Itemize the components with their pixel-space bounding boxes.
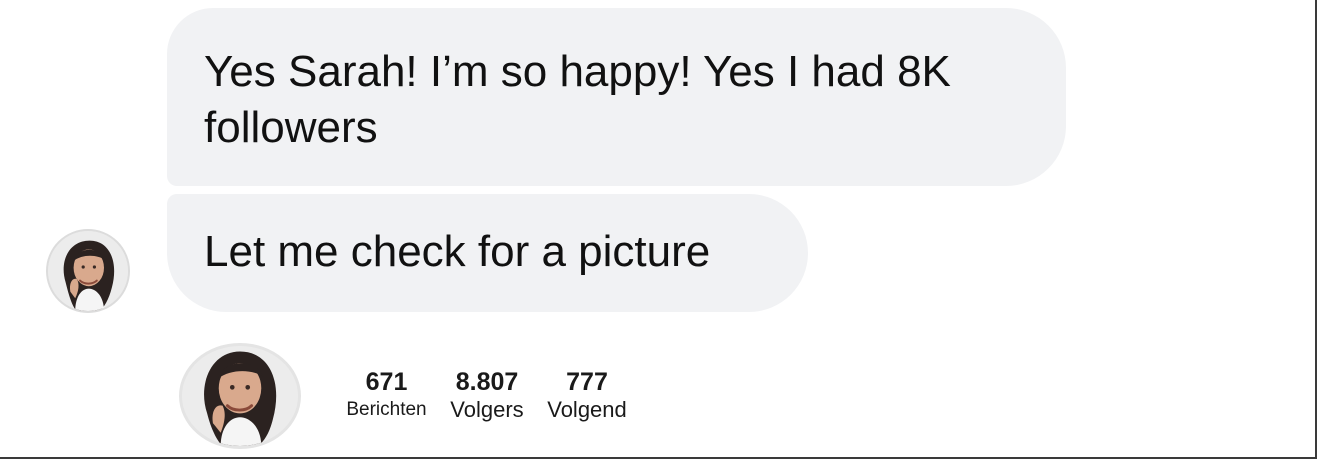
profile-photo-icon [182, 346, 298, 446]
stat-posts-count: 671 [365, 368, 408, 396]
stat-posts-label: Berichten [346, 399, 427, 420]
sender-avatar[interactable] [46, 229, 130, 313]
stat-following-count: 777 [566, 368, 608, 396]
stat-posts[interactable]: 671 Berichten [340, 367, 433, 423]
stat-followers-count: 8.807 [455, 368, 519, 396]
stat-following[interactable]: 777 Volgend [541, 367, 633, 423]
profile-photo-icon [48, 231, 128, 311]
stat-followers[interactable]: 8.807 Volgers [444, 367, 530, 423]
message-bubble[interactable]: Let me check for a picture [167, 194, 808, 312]
profile-avatar[interactable] [179, 343, 301, 449]
message-bubble[interactable]: Yes Sarah! I’m so happy! Yes I had 8K fo… [167, 8, 1066, 186]
message-text: Let me check for a picture [204, 227, 711, 276]
stat-following-label: Volgend [547, 397, 627, 422]
stat-followers-label: Volgers [450, 397, 524, 422]
message-text: Yes Sarah! I’m so happy! Yes I had 8K fo… [204, 47, 951, 152]
